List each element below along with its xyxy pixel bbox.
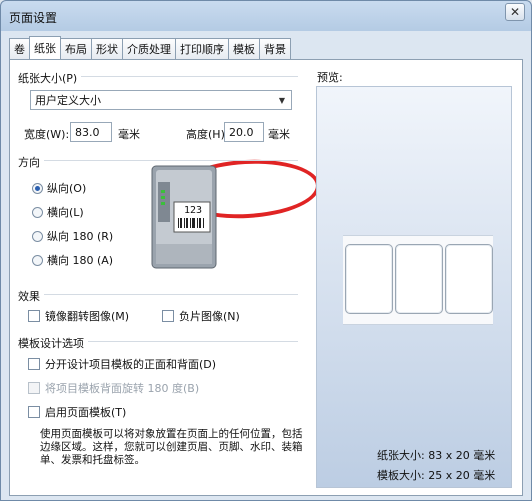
label-card <box>395 244 443 314</box>
paper-size-info: 纸张大小: 83 x 20 毫米 <box>377 449 496 462</box>
radio-landscape-180[interactable]: 横向 180 (A) <box>32 252 113 268</box>
effects-group-label: 效果 <box>18 288 44 304</box>
mirror-image-label: 镜像翻转图像(M) <box>45 310 130 323</box>
negative-image-label: 负片图像(N) <box>179 310 240 323</box>
rotate-back-checkbox <box>28 382 40 394</box>
label-card <box>445 244 493 314</box>
radio-landscape[interactable]: 横向(L) <box>32 204 84 220</box>
split-front-back-option[interactable]: 分开设计项目模板的正面和背面(D) <box>28 356 216 372</box>
radio-portrait[interactable]: 纵向(O) <box>32 180 86 196</box>
paper-tab-panel: 纸张大小(P) 用户定义大小 ▼ 宽度(W): 83.0 毫米 高度(H): 2… <box>9 59 523 496</box>
radio-portrait-180[interactable]: 纵向 180 (R) <box>32 228 113 244</box>
preview-pane: 纸张大小: 83 x 20 毫米 模板大小: 25 x 20 毫米 <box>316 86 512 488</box>
label-strip <box>343 235 493 325</box>
negative-image-option[interactable]: 负片图像(N) <box>162 308 240 324</box>
tab-paper[interactable]: 纸张 <box>29 36 61 59</box>
enable-page-template-label: 启用页面模板(T) <box>45 406 127 419</box>
template-size-info: 模板大小: 25 x 20 毫米 <box>377 469 496 482</box>
width-label: 宽度(W): <box>24 128 70 141</box>
radio-button[interactable] <box>32 182 43 194</box>
negative-image-checkbox[interactable] <box>162 310 174 322</box>
enable-page-template-checkbox[interactable] <box>28 406 40 418</box>
split-front-back-checkbox[interactable] <box>28 358 40 370</box>
paper-size-selected: 用户定义大小 <box>35 94 101 107</box>
radio-button[interactable] <box>32 230 43 242</box>
title-bar[interactable]: 页面设置 ✕ <box>1 1 531 31</box>
printer-icon <box>151 165 217 269</box>
preview-label: 预览: <box>317 71 343 84</box>
tab-media-handling[interactable]: 介质处理 <box>122 38 176 59</box>
dialog-title: 页面设置 <box>9 11 58 25</box>
radio-label: 纵向 180 (R) <box>47 230 114 243</box>
radio-button[interactable] <box>32 254 43 266</box>
enable-page-template-option[interactable]: 启用页面模板(T) <box>28 404 126 420</box>
split-front-back-label: 分开设计项目模板的正面和背面(D) <box>45 358 217 371</box>
tab-shape[interactable]: 形状 <box>91 38 123 59</box>
radio-button[interactable] <box>32 206 43 218</box>
printer-sample-text: 123 <box>184 205 203 216</box>
tab-roll[interactable]: 卷 <box>9 38 30 59</box>
height-label: 高度(H): <box>186 128 229 141</box>
height-unit: 毫米 <box>268 128 290 141</box>
mirror-image-checkbox[interactable] <box>28 310 40 322</box>
height-input[interactable]: 20.0 <box>224 122 264 142</box>
label-card <box>345 244 393 314</box>
template-design-group-label: 模板设计选项 <box>18 335 88 351</box>
page-setup-dialog: 页面设置 ✕ 卷 纸张 布局 形状 介质处理 打印顺序 模板 背景 纸张大小(P… <box>0 0 532 501</box>
chevron-down-icon[interactable]: ▼ <box>275 93 289 107</box>
rotate-back-label: 将项目模板背面旋转 180 度(B) <box>45 382 200 395</box>
paper-size-group-label: 纸张大小(P) <box>18 70 82 86</box>
width-input[interactable]: 83.0 <box>70 122 112 142</box>
tab-background[interactable]: 背景 <box>259 38 291 59</box>
rotate-back-option: 将项目模板背面旋转 180 度(B) <box>28 380 199 396</box>
width-unit: 毫米 <box>118 128 140 141</box>
mirror-image-option[interactable]: 镜像翻转图像(M) <box>28 308 129 324</box>
close-button[interactable]: ✕ <box>505 3 525 21</box>
tab-layout[interactable]: 布局 <box>60 38 92 59</box>
tab-print-order[interactable]: 打印顺序 <box>175 38 229 59</box>
radio-label: 横向(L) <box>47 206 84 219</box>
paper-size-select[interactable]: 用户定义大小 ▼ <box>30 90 292 110</box>
orientation-group-label: 方向 <box>18 154 44 170</box>
radio-label: 横向 180 (A) <box>47 254 114 267</box>
close-icon: ✕ <box>509 5 521 19</box>
printer-illustration: 123 <box>150 162 220 272</box>
tab-bar: 卷 纸张 布局 形状 介质处理 打印顺序 模板 背景 <box>9 36 291 59</box>
radio-label: 纵向(O) <box>47 182 87 195</box>
tab-template[interactable]: 模板 <box>228 38 260 59</box>
page-template-hint: 使用页面模板可以将对象放置在页面上的任何位置，包括边缘区域。这样，您就可以创建页… <box>40 428 303 466</box>
